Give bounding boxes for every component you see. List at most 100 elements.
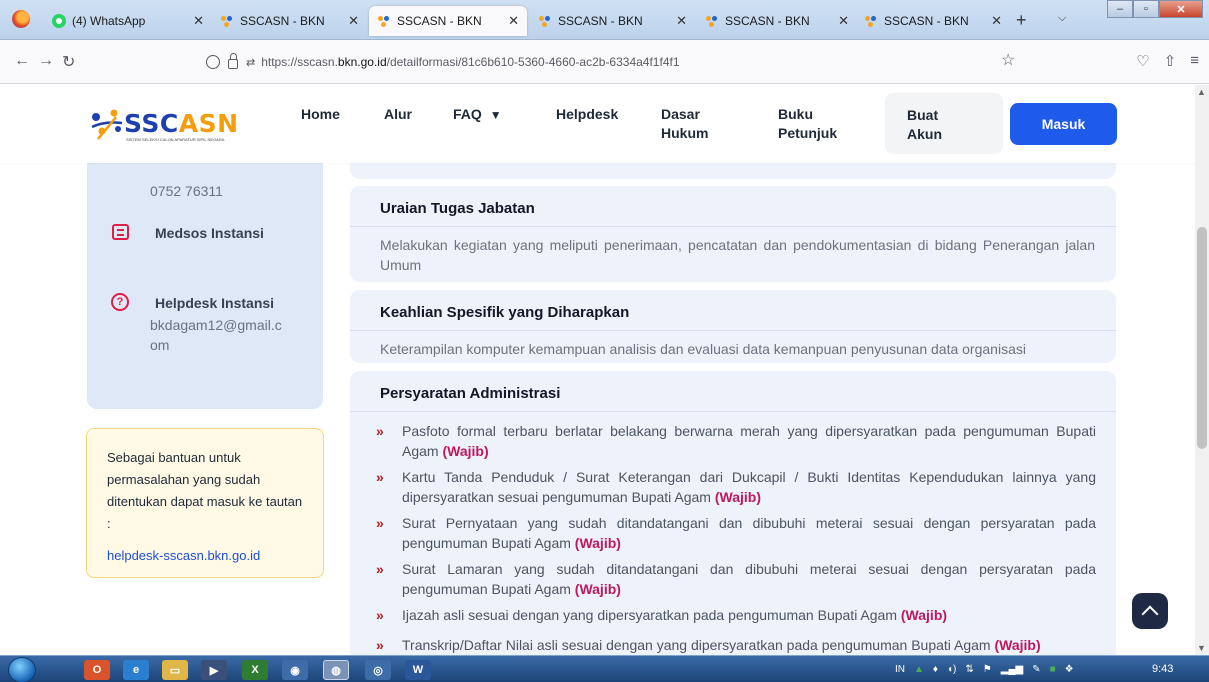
pocket-icon[interactable]: ♡ [1136,52,1149,70]
new-tab-icon[interactable]: + [1016,10,1027,31]
minimize-icon[interactable]: – [1107,0,1133,18]
sscasn-logo-mark-icon [91,109,123,140]
pen-icon[interactable]: ✎ [1032,664,1040,675]
menu-icon[interactable]: ≡ [1190,52,1199,70]
social-media-icon [112,224,129,240]
firefox-icon[interactable] [12,10,30,28]
chrome-icon[interactable]: ◉ [282,660,308,680]
double-chevron-right-icon: » [376,469,384,485]
wajib-badge: (Wajib) [900,607,948,623]
antivirus-icon[interactable]: ▲ [914,664,924,675]
office-icon[interactable]: O [84,660,110,680]
forward-icon[interactable]: → [38,52,54,70]
scroll-up-icon[interactable]: ▲ [1197,87,1206,97]
nav-helpdesk[interactable]: Helpdesk [556,105,618,124]
explorer-icon[interactable]: ▭ [162,660,188,680]
tracking-shield-icon[interactable] [206,55,220,69]
excel-icon[interactable]: X [242,660,268,680]
language-indicator[interactable]: IN [895,664,905,675]
browser-nav-bar: ← → ↻ ⇄ https://sscasn. bkn.go.id/detailf… [0,40,1209,84]
nav-home[interactable]: Home [301,105,340,124]
uraian-body: Melakukan kegiatan yang meliputi penerim… [380,237,1095,273]
helpdesk-label: Helpdesk Instansi [155,295,275,311]
tray-extra-icon[interactable]: ❖ [1065,664,1074,675]
helpdesk-email-line1[interactable]: bkdagam12@gmail.c [150,317,282,333]
scroll-to-top-button[interactable] [1132,593,1168,629]
divider [350,226,1116,227]
helpdesk-email-line2[interactable]: om [150,337,169,353]
masuk-button[interactable]: Masuk [1010,103,1117,145]
uraian-tugas-card: Uraian Tugas Jabatan Melakukan kegiatan … [350,186,1116,282]
nav-dasar-hukum-line2: Hukum [661,125,709,141]
firefox-taskbar-icon[interactable]: ◍ [323,660,349,680]
phone-number: 0752 76311 [150,183,223,199]
double-chevron-right-icon: » [376,515,384,531]
chrome-alt-icon[interactable]: ◎ [365,660,391,680]
page-scrollbar[interactable]: ▲ ▼ [1195,85,1209,655]
flag-icon[interactable]: ⚑ [983,664,992,675]
wajib-badge: (Wajib) [994,637,1041,653]
medsos-label: Medsos Instansi [155,225,264,241]
signal-icon[interactable]: ▂▄▆ [1001,664,1023,675]
close-tab-icon[interactable]: ✕ [348,13,359,29]
close-window-icon[interactable]: ✕ [1159,0,1203,18]
sscasn-icon [377,14,391,28]
share-icon[interactable]: ⇧ [1164,52,1177,70]
buat-akun-button[interactable]: Buat Akun [885,93,1003,154]
bookmark-star-icon[interactable]: ☆ [1001,50,1015,70]
battery-icon[interactable]: ■ [1050,664,1056,675]
requirements-list: » Pasfoto formal terbaru berlatar belakan… [376,421,1096,655]
address-bar[interactable]: ⇄ https://sscasn. bkn.go.id/detailformasi… [206,48,1016,76]
tab-title: SSCASN - BKN [884,14,969,28]
nav-alur[interactable]: Alur [384,105,412,124]
windows-taskbar: O e ▭ ▶ X ◉ ◍ ◎ W IN ▲ ♦ ◖) ⇅ ⚑ ▂▄▆ ✎ ■ … [0,655,1209,682]
logo-text-ssc: SSC [124,109,179,138]
volume-icon[interactable]: ◖) [947,664,956,675]
word-icon[interactable]: W [405,660,431,680]
permissions-icon[interactable]: ⇄ [246,56,255,69]
window-controls: – ▫ ✕ [1107,0,1203,18]
wajib-badge: (Wajib) [574,535,621,551]
tab-sscasn-4[interactable]: SSCASN - BKN ✕ [697,6,857,36]
requirement-text: Pasfoto formal terbaru berlatar belakang… [402,423,1096,459]
help-icon: ? [111,293,129,311]
url-prefix: https://sscasn. [261,55,338,69]
start-button[interactable] [8,657,36,682]
close-tab-icon[interactable]: ✕ [991,13,1002,29]
nav-faq[interactable]: FAQ ▼ [453,105,502,125]
page-viewport: 0752 76311 Medsos Instansi ? Helpdesk In… [0,85,1195,655]
whatsapp-icon [52,14,66,28]
scrollbar-thumb[interactable] [1197,227,1207,449]
close-tab-icon[interactable]: ✕ [193,13,204,29]
nav-buku-petunjuk[interactable]: Buku Petunjuk [778,105,837,143]
wajib-badge: (Wajib) [442,443,489,459]
lock-icon[interactable] [228,53,238,69]
nav-dasar-hukum-line1: Dasar [661,106,700,122]
ie-icon[interactable]: e [123,660,149,680]
reload-icon[interactable]: ↻ [62,52,75,72]
persyaratan-title: Persyaratan Administrasi [380,385,561,402]
sscasn-logo[interactable]: SSCASN SISTEM SELEKSI CALON APARATUR SIP… [88,105,238,145]
helpdesk-link[interactable]: helpdesk-sscasn.bkn.go.id [107,545,303,567]
help-info-card: Sebagai bantuan untuk permasalahan yang … [86,428,324,578]
tab-list-chevron-icon[interactable]: ⌵ [1058,12,1066,25]
back-icon[interactable]: ← [14,52,30,70]
close-tab-icon[interactable]: ✕ [838,13,849,29]
network-icon[interactable]: ⇅ [965,664,973,675]
close-tab-icon[interactable]: ✕ [508,13,519,29]
close-tab-icon[interactable]: ✕ [676,13,687,29]
tab-whatsapp[interactable]: (4) WhatsApp ✕ [44,6,212,36]
nav-dasar-hukum[interactable]: Dasar Hukum [661,105,708,143]
list-item: » Surat Lamaran yang sudah ditandatangani… [376,559,1096,599]
scroll-down-icon[interactable]: ▼ [1197,643,1206,653]
maximize-icon[interactable]: ▫ [1133,0,1159,18]
list-item: » Transkrip/Daftar Nilai asli sesuai deng… [376,635,1096,655]
tab-sscasn-5[interactable]: SSCASN - BKN ✕ [856,6,1010,36]
tab-sscasn-active[interactable]: SSCASN - BKN ✕ [369,6,527,36]
app-tray-icon[interactable]: ♦ [933,664,938,675]
tab-sscasn-1[interactable]: SSCASN - BKN ✕ [212,6,367,36]
media-icon[interactable]: ▶ [201,660,227,680]
tab-sscasn-3[interactable]: SSCASN - BKN ✕ [530,6,695,36]
clock[interactable]: 9:43 [1152,663,1173,675]
system-tray: IN ▲ ♦ ◖) ⇅ ⚑ ▂▄▆ ✎ ■ ❖ [895,656,1145,682]
